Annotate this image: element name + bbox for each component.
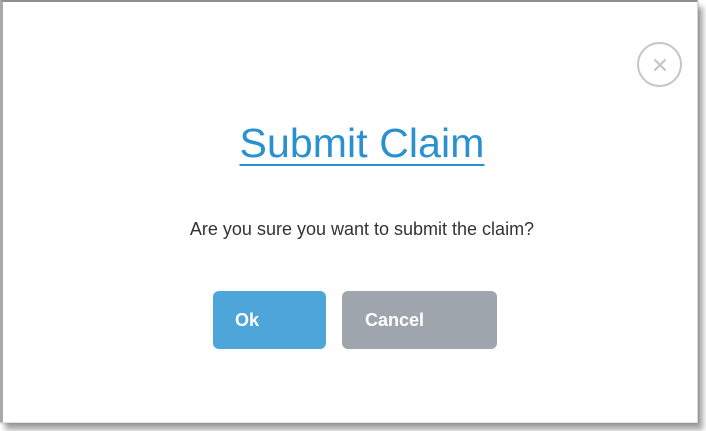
cancel-button[interactable]: Cancel bbox=[342, 291, 497, 349]
dialog-title[interactable]: Submit Claim bbox=[3, 113, 706, 173]
dialog-message: Are you sure you want to submit the clai… bbox=[189, 219, 535, 239]
ok-button[interactable]: Ok bbox=[213, 291, 326, 349]
close-button[interactable] bbox=[637, 42, 682, 87]
confirm-dialog: Submit Claim Are you sure you want to su… bbox=[0, 0, 698, 423]
close-icon bbox=[653, 58, 666, 71]
